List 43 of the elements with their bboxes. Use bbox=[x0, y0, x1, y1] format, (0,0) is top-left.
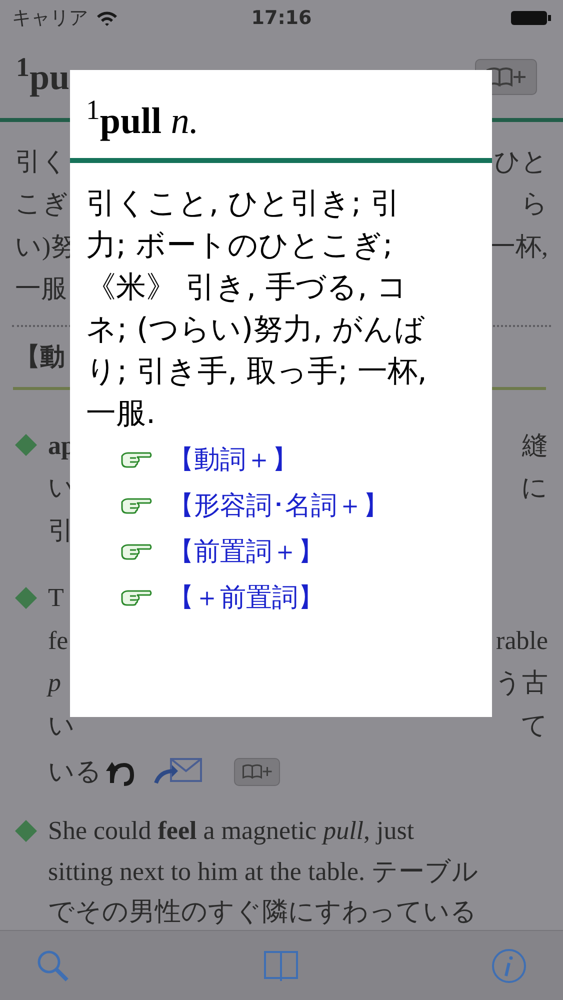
definition-text: 一服 bbox=[15, 273, 67, 306]
definition-text: ら bbox=[521, 188, 548, 220]
diamond-icon bbox=[15, 434, 37, 456]
example-text: いる bbox=[48, 756, 102, 788]
carrier-name: キャリア bbox=[12, 6, 88, 31]
cross-reference-link[interactable]: 【動詞＋】 bbox=[168, 440, 298, 480]
pointing-hand-icon bbox=[120, 542, 152, 562]
example-text: 引 bbox=[48, 514, 74, 547]
example-text: て bbox=[521, 710, 548, 742]
diamond-icon bbox=[15, 586, 37, 609]
example-text: She could feel a magnetic pull, just bbox=[48, 815, 414, 848]
cross-reference-link[interactable]: 【前置詞＋】 bbox=[168, 532, 324, 572]
example-text: sitting next to him at the table. テーブル bbox=[48, 856, 479, 888]
book-icon[interactable] bbox=[264, 950, 298, 982]
definition-text: ひと bbox=[494, 146, 548, 178]
example-text: 縫 bbox=[522, 430, 548, 462]
pointing-hand-icon bbox=[120, 496, 152, 516]
battery-icon bbox=[510, 10, 551, 26]
clock-time: 17:16 bbox=[251, 6, 312, 31]
definition-text: 引くこと, ひと引き; 引力; ボートのひとこぎ; 《米》 引き, 手づる, コネ; (つらい)努力, がんばり; 引き手, 取っ手; 一杯, 一服. bbox=[85, 185, 428, 433]
example-text: T bbox=[48, 582, 64, 614]
cross-reference-link[interactable]: 【＋前置詞】 bbox=[168, 578, 324, 618]
definition-text: 引く bbox=[15, 146, 68, 178]
example-text: う古 bbox=[495, 667, 548, 700]
example-text: rable bbox=[496, 624, 548, 657]
popup-headword: $^{1}$pull n. bbox=[86, 102, 199, 140]
entry-headword: $^{1}$pu bbox=[16, 59, 70, 95]
example-text: に bbox=[521, 472, 548, 504]
diamond-icon bbox=[15, 820, 37, 842]
example-text: でその男性のすぐ隣にすわっている bbox=[48, 896, 477, 928]
pointing-hand-icon bbox=[120, 450, 152, 470]
mail-share-icon[interactable] bbox=[154, 756, 204, 786]
wifi-icon bbox=[96, 10, 118, 26]
definition-text: こぎ bbox=[15, 188, 69, 220]
cross-reference-link[interactable]: 【形容詞･名詞＋】 bbox=[168, 486, 389, 526]
example-text: p bbox=[48, 667, 61, 700]
example-text: fe bbox=[48, 624, 68, 657]
example-text: い bbox=[48, 710, 75, 742]
pointing-hand-icon bbox=[120, 588, 152, 608]
info-icon[interactable] bbox=[491, 948, 527, 984]
section-heading: 【動 bbox=[15, 341, 65, 374]
book-plus-icon bbox=[240, 763, 274, 780]
search-icon[interactable] bbox=[36, 948, 70, 982]
